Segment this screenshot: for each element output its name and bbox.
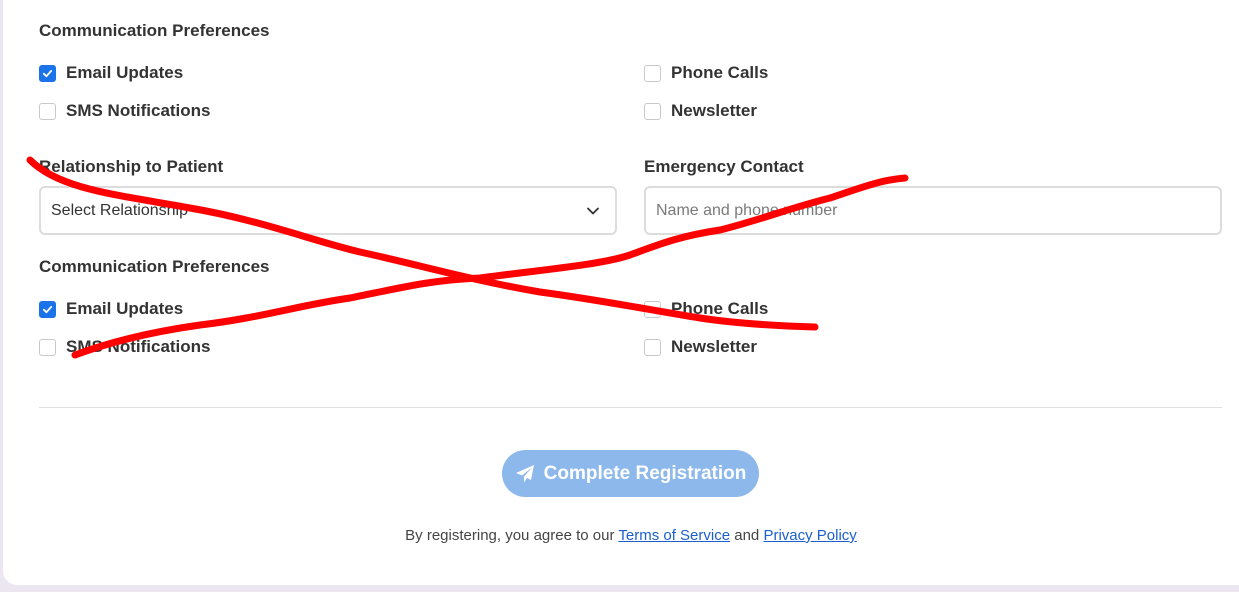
emergency-contact-label: Emergency Contact (644, 157, 804, 176)
complete-registration-button[interactable]: Complete Registration (502, 450, 759, 497)
privacy-policy-link[interactable]: Privacy Policy (763, 527, 856, 544)
checkbox-label: Email Updates (66, 63, 184, 82)
relationship-label: Relationship to Patient (39, 157, 224, 176)
checkbox-phone-calls[interactable]: Phone Calls (644, 62, 768, 84)
checkbox-label: Newsletter (671, 337, 757, 356)
checkbox-newsletter[interactable]: Newsletter (644, 100, 757, 122)
section-title: Communication Preferences (39, 257, 270, 276)
terms-of-service-link[interactable]: Terms of Service (618, 527, 730, 544)
submit-label: Complete Registration (543, 462, 747, 484)
checkbox-box[interactable] (39, 102, 56, 120)
section-title: Communication Preferences (39, 21, 270, 40)
checkbox-checked-icon[interactable] (39, 300, 56, 318)
checkbox-box[interactable] (644, 338, 661, 356)
checkbox-newsletter[interactable]: Newsletter (644, 336, 757, 358)
checkbox-label: Phone Calls (671, 299, 769, 318)
divider (39, 407, 1222, 408)
checkbox-label: SMS Notifications (66, 337, 211, 356)
checkbox-box[interactable] (644, 64, 661, 82)
checkbox-label: Newsletter (671, 101, 757, 120)
legal-text: By registering, you agree to our Terms o… (0, 527, 1239, 544)
checkbox-label: Phone Calls (671, 63, 769, 82)
checkbox-sms-notifications[interactable]: SMS Notifications (39, 100, 211, 122)
relationship-select-value: Select Relationship (51, 201, 188, 219)
checkbox-email-updates[interactable]: Email Updates (39, 298, 183, 320)
checkbox-box[interactable] (644, 300, 661, 318)
checkbox-email-updates[interactable]: Email Updates (39, 62, 183, 84)
legal-and: and (734, 527, 760, 544)
checkbox-box[interactable] (39, 338, 56, 356)
checkbox-label: SMS Notifications (66, 101, 211, 120)
emergency-contact-input[interactable] (644, 186, 1222, 235)
relationship-select[interactable]: Select Relationship (39, 186, 617, 235)
legal-prefix: By registering, you agree to our (405, 527, 615, 544)
paper-plane-icon (515, 464, 534, 482)
checkbox-phone-calls[interactable]: Phone Calls (644, 298, 768, 320)
checkbox-sms-notifications[interactable]: SMS Notifications (39, 336, 211, 358)
form-card (3, 0, 1239, 585)
chevron-down-icon (587, 207, 599, 215)
checkbox-checked-icon[interactable] (39, 64, 56, 82)
checkbox-label: Email Updates (66, 299, 184, 318)
checkbox-box[interactable] (644, 102, 661, 120)
